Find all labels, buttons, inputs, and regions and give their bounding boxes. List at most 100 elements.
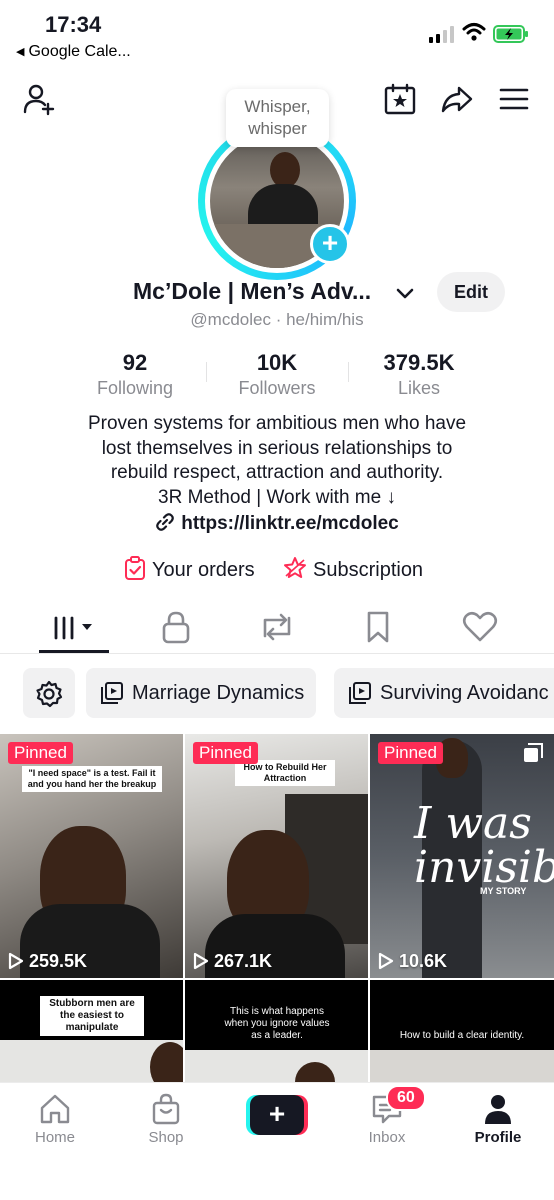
playlist-settings-button[interactable] — [23, 668, 75, 718]
video-thumbnail[interactable]: How to Rebuild Her Attraction Pinned 267… — [185, 734, 368, 978]
stat-label: Likes — [397, 378, 441, 398]
bottom-navigation: Home Shop + Inbox 60 Profile — [0, 1082, 554, 1200]
edit-profile-button[interactable]: Edit — [437, 272, 505, 312]
stat-label: Followers — [238, 378, 316, 398]
video-thumbnail[interactable]: How to build a clear identity. — [370, 980, 554, 1084]
pinned-badge: Pinned — [193, 742, 258, 764]
gear-icon — [36, 680, 63, 708]
tab-videos-grid[interactable] — [50, 610, 100, 644]
play-icon — [193, 952, 209, 970]
playlist-chips: Marriage Dynamics Surviving Avoidanc — [0, 668, 554, 720]
active-tab-indicator — [39, 650, 109, 653]
profile-stats: 92 Following 10K Followers 379.5K Likes — [0, 350, 554, 400]
add-user-icon[interactable] — [22, 82, 56, 116]
pinned-badge: Pinned — [8, 742, 73, 764]
stat-value: 10K — [256, 350, 298, 375]
create-button[interactable]: + — [246, 1095, 308, 1135]
playlist-chip[interactable]: Surviving Avoidanc — [334, 668, 554, 718]
bio-link-text: https://linktr.ee/mcdolec — [181, 513, 399, 534]
shopping-bag-icon — [152, 1093, 180, 1125]
nav-profile[interactable]: Profile — [458, 1093, 538, 1146]
playlist-icon — [349, 682, 371, 704]
bio-line: 3R Method | Work with me ↓ — [158, 486, 396, 508]
stat-likes[interactable]: 379.5K Likes — [368, 350, 470, 399]
nav-shop-label: Shop — [148, 1129, 184, 1146]
tab-reposts[interactable] — [257, 610, 297, 644]
link-icon — [156, 513, 175, 531]
note-bubble[interactable]: Whisper, whisper — [226, 89, 329, 147]
profile-name-row: Mc’Dole | Men’s Adv... Edit — [0, 272, 554, 312]
video-caption: "I need space" is a test. Fail it and yo… — [22, 766, 162, 792]
nav-shop[interactable]: Shop — [126, 1093, 206, 1146]
share-icon[interactable] — [440, 82, 474, 116]
stat-divider — [348, 362, 349, 382]
bio-line: lost themselves in serious relationships… — [101, 437, 453, 459]
view-count: 259.5K — [8, 951, 87, 972]
video-caption: Stubborn men are the easiest to manipula… — [40, 996, 144, 1036]
profile-actions: Your orders Subscription — [0, 556, 554, 584]
bio-line: Proven systems for ambitious men who hav… — [87, 413, 467, 434]
tab-private[interactable] — [156, 610, 196, 644]
tab-favorites[interactable] — [358, 610, 398, 644]
stat-divider — [206, 362, 207, 382]
video-grid: "I need space" is a test. Fail it and yo… — [0, 734, 554, 1084]
bio-line: rebuild respect, attraction and authorit… — [110, 462, 444, 483]
stat-label: Following — [96, 378, 174, 398]
avatar-head — [270, 152, 300, 188]
nav-home[interactable]: Home — [15, 1093, 95, 1146]
thumbnail-face — [150, 1042, 183, 1084]
chevron-down-icon[interactable] — [394, 282, 416, 304]
play-icon — [378, 952, 394, 970]
view-count-value: 10.6K — [399, 951, 448, 971]
subscription-button[interactable]: Subscription — [283, 556, 423, 582]
video-caption: This is what happens when you ignore val… — [224, 1006, 330, 1041]
video-thumbnail[interactable]: "I need space" is a test. Fail it and yo… — [0, 734, 183, 978]
note-line-2: whisper — [248, 119, 307, 138]
view-count-value: 267.1K — [214, 951, 273, 971]
video-thumbnail[interactable]: I was invisible MY STORY Pinned 10.6K — [370, 734, 554, 978]
nav-home-label: Home — [34, 1129, 75, 1146]
profile-bio: Proven systems for ambitious men who hav… — [0, 412, 554, 510]
note-line-1: Whisper, — [244, 97, 311, 116]
playlist-chip-label: Surviving Avoidanc — [380, 682, 549, 704]
nav-profile-label: Profile — [474, 1129, 522, 1146]
video-caption: How to build a clear identity. — [399, 1030, 525, 1041]
playlist-chip[interactable]: Marriage Dynamics — [86, 668, 317, 718]
profile-name[interactable]: Mc’Dole | Men’s Adv... — [133, 278, 371, 305]
view-count: 10.6K — [378, 951, 447, 972]
video-thumbnail[interactable]: Stubborn men are the easiest to manipula… — [0, 980, 183, 1084]
bio-link[interactable]: https://linktr.ee/mcdolec — [0, 512, 554, 535]
back-to-app-link[interactable]: ◀ Google Cale... — [16, 43, 131, 61]
clipboard-check-icon — [125, 556, 145, 580]
stat-followers[interactable]: 10K Followers — [226, 350, 328, 399]
plus-icon: + — [250, 1095, 304, 1135]
back-triangle-icon: ◀ — [16, 46, 25, 58]
profile-icon — [485, 1095, 511, 1124]
status-time: 17:34 — [45, 12, 102, 37]
video-thumbnail[interactable]: This is what happens when you ignore val… — [185, 980, 368, 1084]
thumbnail-whiteboard — [185, 1050, 368, 1084]
multi-photo-icon — [524, 743, 543, 762]
stat-following[interactable]: 92 Following — [84, 350, 186, 399]
tab-liked[interactable] — [460, 610, 500, 644]
back-app-label: Google Cale... — [28, 43, 131, 60]
add-story-button[interactable]: + — [310, 224, 350, 264]
wifi-icon — [462, 23, 486, 41]
playlist-icon — [101, 682, 123, 704]
cellular-signal-icon — [429, 26, 454, 43]
play-icon — [8, 952, 24, 970]
subscription-label: Subscription — [313, 559, 424, 581]
pinned-badge: Pinned — [378, 742, 443, 764]
star-badge-icon — [284, 557, 306, 578]
home-icon — [40, 1094, 70, 1124]
view-count: 267.1K — [193, 951, 272, 972]
video-title-overlay: I was invisible — [414, 798, 554, 893]
hamburger-menu-icon[interactable] — [497, 82, 531, 116]
stat-value: 92 — [122, 350, 148, 375]
nav-inbox-label: Inbox — [368, 1129, 406, 1146]
your-orders-button[interactable]: Your orders — [124, 556, 255, 582]
calendar-star-icon[interactable] — [383, 82, 417, 116]
thumbnail-room — [370, 1050, 554, 1084]
status-bar: 17:34 ◀ Google Cale... — [0, 0, 554, 70]
view-count-value: 259.5K — [29, 951, 88, 971]
